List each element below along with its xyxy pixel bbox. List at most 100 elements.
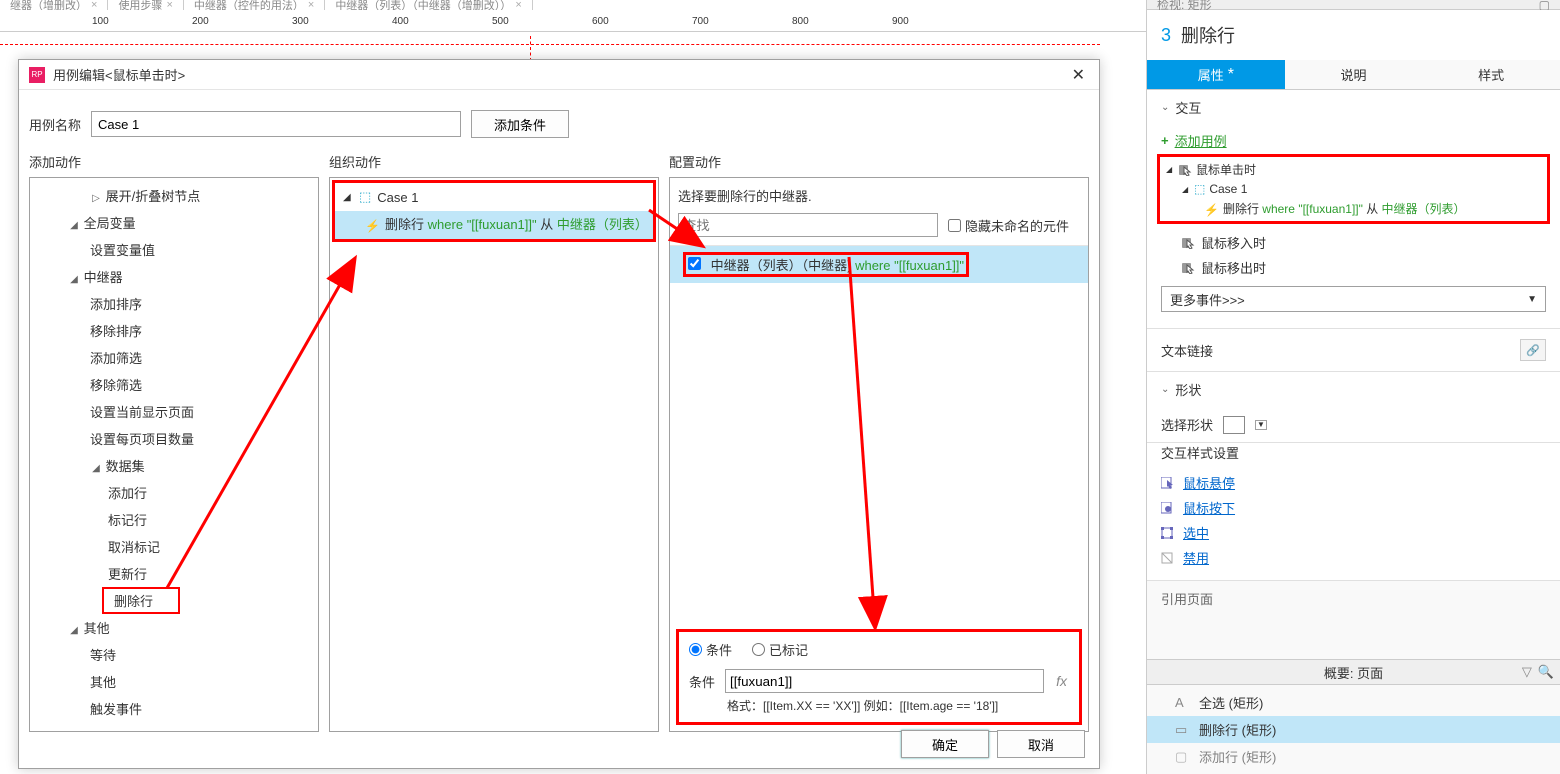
chevron-down-icon[interactable]: ◢ <box>68 625 80 636</box>
tree-item[interactable]: 移除排序 <box>30 317 318 344</box>
tree-item[interactable]: 设置当前显示页面 <box>30 398 318 425</box>
add-action-title: 添加动作 <box>29 152 319 171</box>
add-condition-button[interactable]: 添加条件 <box>471 110 569 138</box>
close-icon[interactable]: × <box>515 0 521 10</box>
style-mousedown[interactable]: 鼠标按下 <box>1161 495 1546 520</box>
interaction-tree[interactable]: ◢ 鼠标单击时 ◢ ⬚ Case 1 ⚡ 删除行 where "[[fuxuan… <box>1157 154 1550 224</box>
radio-marked[interactable]: 已标记 <box>752 640 808 659</box>
chevron-down-icon[interactable]: ◢ <box>68 220 80 231</box>
tree-item[interactable]: 其他 <box>30 668 318 695</box>
guide-line <box>530 36 531 61</box>
quote-page-row: 引用页面 <box>1147 581 1560 608</box>
case-header[interactable]: ◢ ⬚ Case 1 <box>335 183 653 211</box>
tree-node-other[interactable]: ◢ 其他 <box>30 614 318 641</box>
tab-style[interactable]: 样式 <box>1422 60 1560 89</box>
page-tab[interactable]: 中继器（列表）（中继器（增删改））× <box>325 0 532 10</box>
chevron-down-icon[interactable]: ◢ <box>1166 165 1178 174</box>
tree-item[interactable]: 添加行 <box>30 479 318 506</box>
event-mouseout[interactable]: 鼠标移出时 <box>1157 255 1550 280</box>
tree-item-delete-row[interactable]: 删除行 <box>102 587 180 614</box>
cancel-button[interactable]: 取消 <box>997 730 1085 758</box>
search-icon[interactable]: 🔍 <box>1538 664 1554 680</box>
dialog-titlebar[interactable]: RP 用例编辑<鼠标单击时> ✕ <box>19 60 1099 90</box>
tree-item[interactable]: 设置变量值 <box>30 236 318 263</box>
close-icon[interactable]: × <box>166 0 172 10</box>
close-icon[interactable]: ✕ <box>1068 65 1089 85</box>
event-onclick[interactable]: ◢ 鼠标单击时 <box>1160 159 1547 180</box>
tree-item[interactable]: 更新行 <box>30 560 318 587</box>
condition-hint: 格式：[[Item.XX == 'XX']] 例如：[[Item.age == … <box>727 697 1069 714</box>
tree-node-globalvars[interactable]: ◢ 全局变量 <box>30 209 318 236</box>
outline-list[interactable]: A全选 (矩形) ▭删除行 (矩形) ▢添加行 (矩形) <box>1147 685 1560 774</box>
search-input[interactable] <box>678 213 938 237</box>
condition-label: 条件 <box>689 672 715 691</box>
dialog-title: 用例编辑<鼠标单击时> <box>53 65 1068 84</box>
bolt-icon: ⚡ <box>365 217 380 235</box>
hide-unnamed-checkbox[interactable]: 隐藏未命名的元件 <box>948 216 1069 235</box>
guide-line <box>0 44 1100 45</box>
tree-item[interactable]: 移除筛选 <box>30 371 318 398</box>
radio-condition[interactable]: 条件 <box>689 640 732 659</box>
tree-item[interactable]: 添加排序 <box>30 290 318 317</box>
interaction-label: 交互 <box>1175 98 1201 117</box>
chevron-right-icon[interactable]: ▷ <box>90 193 102 204</box>
tree-item[interactable]: 触发事件 <box>30 695 318 722</box>
chevron-down-icon[interactable]: ◢ <box>68 274 80 285</box>
inspector-panel: 检视: 矩形 ▢ 3 删除行 属性* 说明 样式 ⌄交互 + 添加用例 ◢ 鼠标… <box>1146 0 1560 774</box>
shape-preview[interactable] <box>1223 416 1245 434</box>
tree-item[interactable]: 设置每页项目数量 <box>30 425 318 452</box>
outline-item[interactable]: ▭删除行 (矩形) <box>1147 716 1560 743</box>
outline-item[interactable]: ▢添加行 (矩形) <box>1147 743 1560 770</box>
text-link-row: 文本链接 🔗 <box>1147 329 1560 372</box>
more-events-dropdown[interactable]: 更多事件>>> ▼ <box>1161 286 1546 312</box>
tree-action-row[interactable]: ⚡ 删除行 where "[[fuxuan1]]" 从 中继器（列表） <box>1160 198 1547 219</box>
close-icon[interactable]: × <box>91 0 97 10</box>
select-repeater-label: 选择要删除行的中继器. <box>678 186 1080 205</box>
page-tab[interactable]: 使用步骤× <box>108 0 183 10</box>
tree-node-repeater[interactable]: ◢ 中继器 <box>30 263 318 290</box>
organize-body[interactable]: ◢ ⬚ Case 1 ⚡ 删除行 where "[[fuxuan1]]" 从 中… <box>329 177 659 732</box>
case-action-row[interactable]: ⚡ 删除行 where "[[fuxuan1]]" 从 中继器（列表） <box>335 211 653 239</box>
chevron-down-icon[interactable]: ◢ <box>343 192 353 203</box>
cursor-icon <box>1161 502 1175 514</box>
chevron-down-icon[interactable]: ▼ <box>1255 420 1267 430</box>
event-mousein[interactable]: 鼠标移入时 <box>1157 230 1550 255</box>
condition-input[interactable] <box>725 669 1044 693</box>
tree-case-node[interactable]: ◢ ⬚ Case 1 <box>1160 180 1547 198</box>
select-icon <box>1161 527 1175 539</box>
case-icon: ⬚ <box>359 189 371 205</box>
widget-number: 3 <box>1161 25 1171 46</box>
chevron-down-icon[interactable]: ⌄ <box>1161 384 1169 395</box>
outline-item[interactable]: A全选 (矩形) <box>1147 689 1560 716</box>
page-tab[interactable]: 中继器（控件的用法）× <box>184 0 325 10</box>
link-icon[interactable]: 🔗 <box>1520 339 1546 361</box>
tab-notes[interactable]: 说明 <box>1285 60 1423 89</box>
filter-icon[interactable]: ▽ <box>1522 664 1532 680</box>
cursor-icon <box>1161 477 1175 489</box>
style-selected[interactable]: 选中 <box>1161 520 1546 545</box>
tree-item[interactable]: 取消标记 <box>30 533 318 560</box>
action-tree[interactable]: ▷ 展开/折叠树节点 ◢ 全局变量 设置变量值 ◢ 中继器 添加排序 移除排序 … <box>29 177 319 732</box>
tab-properties[interactable]: 属性* <box>1147 60 1285 89</box>
case-name-input[interactable] <box>91 111 461 137</box>
style-disabled[interactable]: 禁用 <box>1161 545 1546 570</box>
chevron-down-icon[interactable]: ◢ <box>1182 185 1194 194</box>
tree-item[interactable]: 标记行 <box>30 506 318 533</box>
style-hover[interactable]: 鼠标悬停 <box>1161 470 1546 495</box>
page-tab[interactable]: 继器（增删改）× <box>0 0 108 10</box>
tree-item[interactable]: 等待 <box>30 641 318 668</box>
widget-row[interactable]: 中继器（列表）（中继器) where "[[fuxuan1]]" <box>670 246 1088 283</box>
tree-item[interactable]: 添加筛选 <box>30 344 318 371</box>
shape-label: 形状 <box>1175 380 1201 399</box>
widget-name-title: 删除行 <box>1181 22 1235 48</box>
add-case-link[interactable]: + 添加用例 <box>1157 129 1550 152</box>
ok-button[interactable]: 确定 <box>901 730 989 758</box>
select-shape-label: 选择形状 <box>1161 415 1213 434</box>
fx-button[interactable]: fx <box>1054 673 1069 689</box>
chevron-down-icon[interactable]: ◢ <box>90 463 102 474</box>
chevron-down-icon: ▼ <box>1527 294 1537 305</box>
widget-checkbox[interactable] <box>688 257 701 270</box>
close-icon[interactable]: × <box>308 0 314 10</box>
chevron-down-icon[interactable]: ⌄ <box>1161 102 1169 113</box>
tree-node-dataset[interactable]: ◢ 数据集 <box>30 452 318 479</box>
